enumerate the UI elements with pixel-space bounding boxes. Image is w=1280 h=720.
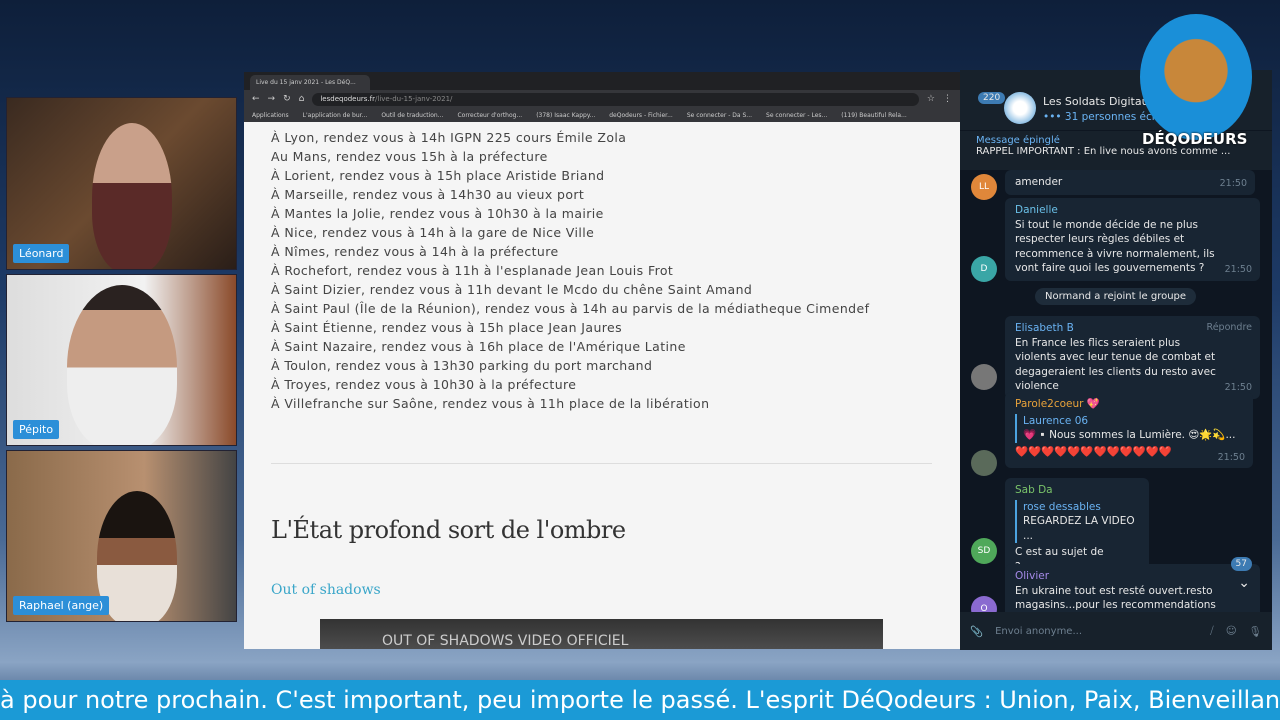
forward-icon[interactable]: →: [268, 94, 276, 104]
webcam-leonard: Léonard: [6, 97, 237, 270]
quoted-message[interactable]: rose dessables REGARDEZ LA VIDEO ...: [1015, 499, 1139, 543]
sender-name[interactable]: Sab Da: [1015, 483, 1139, 498]
service-message: Normand a rejoint le groupe: [1035, 288, 1197, 305]
message-input[interactable]: Envoi anonyme...: [995, 626, 1198, 637]
bookmark[interactable]: (378) Isaac Kappy...: [536, 112, 595, 119]
rendezvous-item: À Mantes la Jolie, rendez vous à 10h30 à…: [271, 206, 604, 221]
avatar-initials: SD: [977, 546, 991, 556]
back-icon[interactable]: ←: [252, 94, 260, 104]
rendezvous-item: À Nice, rendez vous à 14h à la gare de N…: [271, 225, 595, 240]
article-subheading: Out of shadows: [271, 582, 381, 598]
deqodeurs-logo: [1140, 14, 1252, 140]
sender-avatar[interactable]: [971, 450, 997, 476]
rendezvous-list: À Lyon, rendez vous à 14h IGPN 225 cours…: [271, 128, 960, 413]
message-time: 21:50: [1224, 264, 1252, 275]
divider: [271, 463, 932, 464]
chat-message[interactable]: amender 21:50: [1005, 170, 1255, 195]
group-avatar: [1004, 92, 1036, 124]
command-icon[interactable]: ⧸: [1210, 625, 1214, 638]
logo-text: DÉQODEURS: [1142, 130, 1248, 148]
message-text: En France les flics seraient plus violen…: [1015, 336, 1216, 393]
url-path: /live-du-15-janv-2021/: [375, 94, 453, 103]
chat-message[interactable]: Parole2coeur 💖 Laurence 06 💗▫️Nous sommes …: [1005, 392, 1253, 468]
sender-name[interactable]: Danielle: [1015, 203, 1250, 218]
chat-message[interactable]: Danielle Si tout le monde décide de ne pl…: [1005, 198, 1260, 281]
extensions-icon[interactable]: ⋮: [943, 94, 952, 104]
message-text: Si tout le monde décide de ne plus respe…: [1015, 218, 1215, 275]
sender-name[interactable]: Olivier: [1015, 569, 1250, 584]
message-text: En ukraine tout est resté ouvert.resto m…: [1015, 584, 1216, 612]
rendezvous-item: À Saint Dizier, rendez vous à 11h devant…: [271, 282, 753, 297]
rendezvous-item: À Nîmes, rendez vous à 14h à la préfectu…: [271, 244, 559, 259]
bookmark[interactable]: L'application de bur...: [303, 112, 368, 119]
cam-name-label: Léonard: [13, 244, 70, 263]
rendezvous-item: À Troyes, rendez vous à 10h30 à la préfe…: [271, 377, 577, 392]
group-name[interactable]: Les Soldats Digitaux: [1043, 95, 1155, 108]
news-ticker: à pour notre prochain. C'est important, …: [0, 680, 1280, 720]
attach-icon[interactable]: 📎: [970, 625, 983, 638]
bookmark-star-icon[interactable]: ☆: [927, 94, 935, 104]
chat-message[interactable]: Olivier En ukraine tout est resté ouvert.…: [1005, 564, 1260, 618]
cam-name-label: Raphael (ange): [13, 596, 110, 615]
bookmark[interactable]: (119) Beautiful Rela...: [841, 112, 907, 119]
cam-name-label: Pépito: [13, 420, 60, 439]
rendezvous-item: À Saint Nazaire, rendez vous à 16h place…: [271, 339, 686, 354]
bookmark[interactable]: deQodeurs - Fichier...: [609, 112, 673, 119]
bookmark[interactable]: Correcteur d'orthog...: [457, 112, 522, 119]
quote-name: rose dessables: [1023, 500, 1101, 513]
rendezvous-item: À Lorient, rendez vous à 15h place Arist…: [271, 168, 605, 183]
reply-button[interactable]: Répondre: [1207, 321, 1252, 336]
telegram-panel: 220 Les Soldats Digitaux ••• 31 personne…: [960, 14, 1272, 650]
mic-icon[interactable]: 🎙: [1249, 625, 1262, 638]
browser-tab[interactable]: Live du 15 janv 2021 - Les DéQ...: [250, 75, 370, 90]
sender-name[interactable]: Parole2coeur 💖: [1015, 397, 1243, 412]
rendezvous-item: À Saint Étienne, rendez vous à 15h place…: [271, 320, 623, 335]
url-domain: lesdeqodeurs.fr: [320, 94, 376, 103]
rendezvous-item: À Saint Paul (Île de la Réunion), rendez…: [271, 301, 870, 316]
person: [92, 123, 172, 269]
sender-avatar[interactable]: [971, 364, 997, 390]
bookmark[interactable]: Applications: [252, 112, 289, 119]
rendezvous-item: À Villefranche sur Saône, rendez vous à …: [271, 396, 710, 411]
avatar-initials: LL: [978, 182, 990, 192]
reload-icon[interactable]: ↻: [283, 94, 291, 104]
bookmark[interactable]: Outil de traduction...: [381, 112, 443, 119]
chat-message[interactable]: Elisabeth B Répondre En France les flics s…: [1005, 316, 1260, 399]
quote-text: 💗▫️Nous sommes la Lumière. 😍🌟💫...: [1023, 429, 1236, 441]
rendezvous-item: À Rochefort, rendez vous à 11h à l'espla…: [271, 263, 674, 278]
quote-text: REGARDEZ LA VIDEO ...: [1023, 515, 1135, 542]
message-time: 21:50: [1219, 178, 1247, 189]
browser-window: Live du 15 janv 2021 - Les DéQ... ← → ↻ ⌂ l…: [244, 72, 960, 649]
bookmark[interactable]: Se connecter - Les...: [766, 112, 827, 119]
rendezvous-item: À Toulon, rendez vous à 13h30 parking du…: [271, 358, 653, 373]
video-title: OUT OF SHADOWS VIDEO OFFICIEL: [382, 633, 629, 649]
bookmarks-bar: Applications L'application de bur... Outil…: [244, 108, 960, 122]
message-text: ❤️❤️❤️❤️❤️❤️❤️❤️❤️❤️❤️❤️: [1015, 445, 1172, 458]
rendezvous-item: À Lyon, rendez vous à 14h IGPN 225 cours…: [271, 130, 627, 145]
scroll-down-icon[interactable]: ⌄: [1238, 575, 1250, 591]
unread-badge[interactable]: 220: [978, 92, 1006, 104]
scroll-down-badge[interactable]: 57: [1230, 557, 1252, 571]
bookmark[interactable]: Se connecter - Da S...: [687, 112, 752, 119]
sender-avatar[interactable]: LL: [971, 174, 997, 200]
sender-avatar[interactable]: D: [971, 256, 997, 282]
home-icon[interactable]: ⌂: [299, 94, 305, 104]
video-embed[interactable]: OUT OF SHADOWS VIDEO OFFICIEL: [320, 619, 883, 649]
emoji-icon[interactable]: ☺: [1226, 625, 1237, 637]
quoted-message[interactable]: Laurence 06 💗▫️Nous sommes la Lumière. 😍🌟…: [1015, 413, 1243, 443]
avatar-initials: D: [980, 264, 988, 274]
message-time: 21:50: [1217, 451, 1245, 463]
webcam-raphael: Raphael (ange): [6, 450, 237, 622]
article-heading: L'État profond sort de l'ombre: [271, 516, 626, 544]
quote-name: Laurence 06: [1023, 414, 1089, 427]
rendezvous-item: Au Mans, rendez vous 15h à la préfecture: [271, 149, 548, 164]
person: [67, 285, 177, 445]
sender-avatar[interactable]: SD: [971, 538, 997, 564]
message-text: amender: [1015, 176, 1063, 188]
webcam-pepito: Pépito: [6, 274, 237, 446]
rendezvous-item: À Marseille, rendez vous à 14h30 au vieu…: [271, 187, 585, 202]
address-bar[interactable]: lesdeqodeurs.fr/live-du-15-janv-2021/: [312, 92, 919, 106]
